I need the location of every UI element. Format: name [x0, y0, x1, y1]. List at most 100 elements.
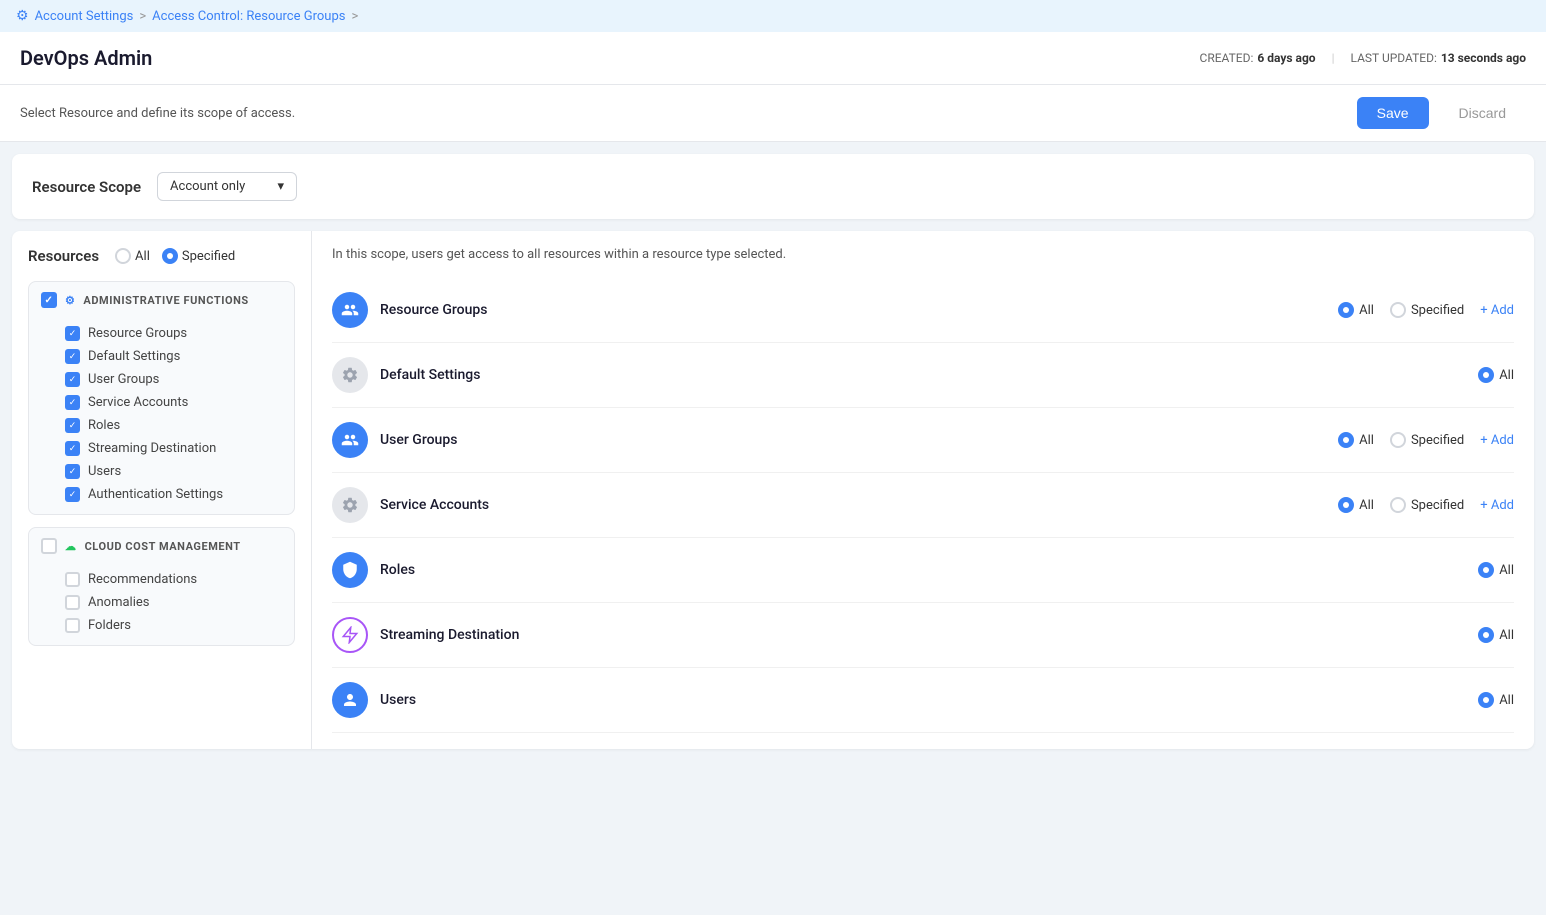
roles-name: Roles — [380, 562, 1466, 578]
resource-groups-all[interactable]: All — [1338, 302, 1374, 318]
resource-row-default-settings: Default Settings All — [332, 343, 1514, 408]
item-label-roles: Roles — [88, 418, 120, 433]
list-item: ✓ Roles — [65, 414, 282, 437]
streaming-options: All — [1478, 627, 1514, 643]
user-groups-all[interactable]: All — [1338, 432, 1374, 448]
all-label-2: All — [1499, 368, 1514, 383]
resource-row-streaming: Streaming Destination All — [332, 603, 1514, 668]
resource-groups-specified[interactable]: Specified — [1390, 302, 1464, 318]
item-label-auth: Authentication Settings — [88, 487, 223, 502]
action-bar: Select Resource and define its scope of … — [0, 85, 1546, 142]
specified-label-3: Specified — [1411, 498, 1464, 513]
roles-all[interactable]: All — [1478, 562, 1514, 578]
scope-dropdown-value: Account only — [170, 179, 245, 194]
breadcrumb-icon: ⚙ — [16, 8, 29, 24]
item-checkbox-service-accounts[interactable]: ✓ — [65, 395, 80, 410]
breadcrumb: ⚙ Account Settings > Access Control: Res… — [0, 0, 1546, 32]
item-checkbox-folders[interactable] — [65, 618, 80, 633]
resources-header: Resources All Specified — [28, 247, 295, 265]
users-all-radio — [1478, 692, 1494, 708]
admin-checkbox[interactable]: ✓ — [41, 292, 57, 308]
service-accounts-all-radio — [1338, 497, 1354, 513]
service-accounts-icon — [332, 487, 368, 523]
item-checkbox-user-groups[interactable]: ✓ — [65, 372, 80, 387]
item-checkbox-users[interactable]: ✓ — [65, 464, 80, 479]
streaming-all[interactable]: All — [1478, 627, 1514, 643]
users-all[interactable]: All — [1478, 692, 1514, 708]
user-groups-add-link[interactable]: + Add — [1480, 433, 1514, 448]
user-groups-all-radio — [1338, 432, 1354, 448]
default-settings-options: All — [1478, 367, 1514, 383]
page-header: DevOps Admin CREATED: 6 days ago | LAST … — [0, 32, 1546, 85]
radio-all-label: All — [135, 249, 150, 264]
breadcrumb-parent: Access Control: Resource Groups — [152, 9, 345, 24]
radio-all-option[interactable]: All — [115, 248, 150, 264]
service-accounts-all[interactable]: All — [1338, 497, 1374, 513]
breadcrumb-root-link[interactable]: Account Settings — [35, 9, 134, 24]
service-accounts-specified[interactable]: Specified — [1390, 497, 1464, 513]
created-label: CREATED: — [1200, 51, 1254, 65]
service-accounts-add-link[interactable]: + Add — [1480, 498, 1514, 513]
scope-description: In this scope, users get access to all r… — [332, 247, 1514, 262]
service-accounts-name: Service Accounts — [380, 497, 1326, 513]
item-checkbox-recommendations[interactable] — [65, 572, 80, 587]
cloud-checkbox[interactable] — [41, 538, 57, 554]
list-item: ✓ Streaming Destination — [65, 437, 282, 460]
roles-icon — [332, 552, 368, 588]
default-settings-name: Default Settings — [380, 367, 1466, 383]
user-groups-options: All Specified + Add — [1338, 432, 1514, 448]
streaming-name: Streaming Destination — [380, 627, 1466, 643]
page-meta: CREATED: 6 days ago | LAST UPDATED: 13 s… — [1200, 51, 1526, 65]
resource-groups-name: Resource Groups — [380, 302, 1326, 318]
item-label-resource-groups: Resource Groups — [88, 326, 187, 341]
page-title: DevOps Admin — [20, 46, 152, 70]
all-label-4: All — [1359, 498, 1374, 513]
resource-radio-group: All Specified — [115, 248, 235, 264]
item-checkbox-roles[interactable]: ✓ — [65, 418, 80, 433]
radio-specified-label: Specified — [182, 249, 235, 264]
resource-groups-add-link[interactable]: + Add — [1480, 303, 1514, 318]
category-admin-header: ✓ ⚙ ADMINISTRATIVE FUNCTIONS — [29, 282, 294, 318]
roles-options: All — [1478, 562, 1514, 578]
default-settings-icon — [332, 357, 368, 393]
item-checkbox-anomalies[interactable] — [65, 595, 80, 610]
item-label-anomalies: Anomalies — [88, 595, 149, 610]
admin-items: ✓ Resource Groups ✓ Default Settings ✓ U… — [29, 318, 294, 514]
action-buttons: Save Discard — [1357, 97, 1526, 129]
admin-icon: ⚙ — [65, 294, 75, 307]
resource-row-roles: Roles All — [332, 538, 1514, 603]
cloud-icon: ☁ — [65, 540, 77, 553]
resource-row-resource-groups: Resource Groups All Specified + Add — [332, 278, 1514, 343]
item-label-user-groups: User Groups — [88, 372, 159, 387]
default-settings-all-radio — [1478, 367, 1494, 383]
user-groups-specified[interactable]: Specified — [1390, 432, 1464, 448]
list-item: ✓ Users — [65, 460, 282, 483]
created-value: 6 days ago — [1257, 51, 1315, 65]
item-checkbox-streaming[interactable]: ✓ — [65, 441, 80, 456]
item-label-streaming: Streaming Destination — [88, 441, 216, 456]
service-accounts-specified-radio — [1390, 497, 1406, 513]
resources-title: Resources — [28, 247, 99, 265]
user-groups-icon — [332, 422, 368, 458]
all-label-5: All — [1499, 563, 1514, 578]
discard-button[interactable]: Discard — [1439, 97, 1526, 129]
radio-specified-option[interactable]: Specified — [162, 248, 235, 264]
left-panel: Resources All Specified ✓ ⚙ ADMINISTRATI… — [12, 231, 312, 749]
item-checkbox-default-settings[interactable]: ✓ — [65, 349, 80, 364]
updated-meta: LAST UPDATED: 13 seconds ago — [1351, 51, 1526, 65]
chevron-down-icon: ▾ — [278, 179, 285, 194]
item-label-service-accounts: Service Accounts — [88, 395, 188, 410]
roles-all-radio — [1478, 562, 1494, 578]
save-button[interactable]: Save — [1357, 97, 1429, 129]
created-meta: CREATED: 6 days ago — [1200, 51, 1316, 65]
item-checkbox-auth[interactable]: ✓ — [65, 487, 80, 502]
scope-dropdown[interactable]: Account only ▾ — [157, 172, 297, 201]
radio-all-circle — [115, 248, 131, 264]
all-label-3: All — [1359, 433, 1374, 448]
item-checkbox-resource-groups[interactable]: ✓ — [65, 326, 80, 341]
users-name: Users — [380, 692, 1466, 708]
default-settings-all[interactable]: All — [1478, 367, 1514, 383]
item-label-recommendations: Recommendations — [88, 572, 197, 587]
users-icon — [332, 682, 368, 718]
cloud-items: Recommendations Anomalies Folders — [29, 564, 294, 645]
